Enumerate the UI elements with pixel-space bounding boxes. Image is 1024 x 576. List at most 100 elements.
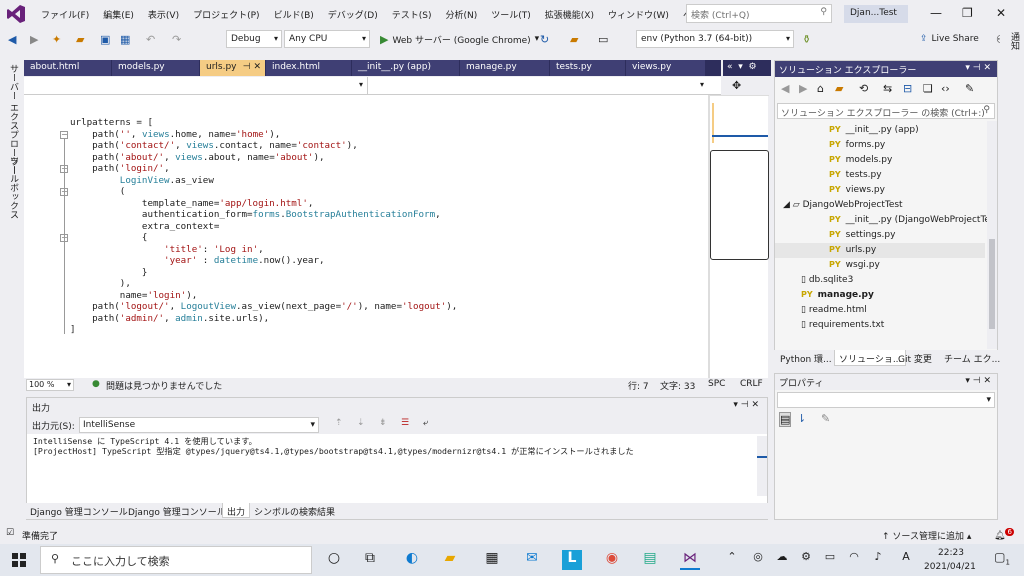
back-icon[interactable]: ◀ [781,82,789,95]
close-icon[interactable]: ✕ [983,63,991,73]
input-language[interactable]: A [896,550,916,570]
task-view-icon[interactable]: ⧉ [360,550,380,570]
code-line[interactable]: path('logout/', LogoutView.as_view(next_… [70,301,457,313]
edge-icon[interactable]: ◐ [402,550,422,570]
code-line[interactable]: path('admin/', admin.site.urls), [70,313,457,325]
visual-studio-taskbar-icon[interactable]: ⋈ [680,550,700,570]
notifications-tab[interactable]: 通知 [1008,32,1021,50]
new-project-icon[interactable]: ✦ [52,30,61,48]
code-line[interactable]: name='login'), [70,290,457,302]
chevron-down-icon[interactable]: ▾ [733,400,738,410]
platform-dropdown[interactable]: Any CPU ▾ [284,30,370,48]
switch-views-icon[interactable]: ▰ [835,82,843,95]
chevron-down-icon[interactable]: ▾ [965,63,970,73]
action-center-icon[interactable]: ▢1 [992,550,1012,570]
chevron-down-icon[interactable]: ▾ [738,62,743,72]
notepad-icon[interactable]: ▤ [640,550,660,570]
code-line[interactable]: 'title': 'Log in', [70,244,457,256]
tab-models-py[interactable]: models.py [112,60,200,76]
sync-icon[interactable]: ⇆ [883,82,892,95]
clock-time[interactable]: 22:23 [938,548,964,558]
issues-status[interactable]: 問題は見つかりませんでした [106,379,222,392]
forward-icon[interactable]: ▶ [30,30,38,48]
code-line[interactable]: path('contact/', views.contact, name='co… [70,140,457,152]
menu-item[interactable]: 編集(E) [96,8,141,21]
tab-about-html[interactable]: about.html [24,60,112,76]
save-all-icon[interactable]: ▦ [120,30,130,48]
tab--init-py-app-[interactable]: __init__.py (app) [352,60,460,76]
code-line[interactable]: path('', views.home, name='home'), [70,129,457,141]
tree-item[interactable]: PY manage.py [775,288,874,303]
code-line[interactable]: ] [70,324,457,336]
tab-tests-py[interactable]: tests.py [550,60,626,76]
volume-icon[interactable]: ♪ [868,550,888,570]
double-chevron-left-icon[interactable]: « [727,62,733,72]
code-line[interactable]: { [70,232,457,244]
menu-item[interactable]: ツール(T) [484,8,538,21]
tree-item[interactable]: PY views.py [775,183,885,198]
folder-icon[interactable]: ▰ [570,30,578,48]
menu-item[interactable]: ウィンドウ(W) [601,8,676,21]
cortana-icon[interactable]: ○ [324,550,344,570]
code-line[interactable]: ( [70,186,457,198]
line-ending[interactable]: CRLF [740,379,763,389]
notification-bell-icon[interactable]: 🔔︎ 6 [994,528,1014,541]
pin-icon[interactable]: ⊣ [973,376,981,386]
chrome-icon[interactable]: ◉ [602,550,622,570]
output-tab[interactable]: Django 管理コンソール [124,503,230,518]
code-view-icon[interactable]: ‹› [941,82,950,95]
configuration-dropdown[interactable]: Debug ▾ [226,30,282,48]
tab-index-html[interactable]: index.html [266,60,352,76]
clear-all-icon[interactable]: ☰ [401,418,409,428]
taskbar-search-input[interactable]: ⚲ ここに入力して検索 [40,546,312,574]
home-icon[interactable]: ⌂ [817,82,824,95]
refresh-icon[interactable]: ↻ [540,30,549,48]
run-button[interactable]: ▶ Web サーバー (Google Chrome) ▾ [380,30,539,48]
solution-search-input[interactable]: ソリューション エクスプローラー の検索 (Ctrl+:) ⚲ [777,103,995,119]
maximize-icon[interactable]: ❐ [962,6,973,20]
tree-item[interactable]: PY models.py [775,153,892,168]
tree-item[interactable]: PY tests.py [775,168,882,183]
back-icon[interactable]: ◀ [8,30,16,48]
output-scrollbar[interactable] [757,436,767,496]
tab-urls-py[interactable]: urls.py ⊣ ✕ [200,60,266,76]
menu-item[interactable]: デバッグ(D) [321,8,385,21]
zoom-dropdown[interactable]: 100 % ▾ [26,379,74,391]
code-line[interactable]: 'year' : datetime.now().year, [70,255,457,267]
find-next-icon[interactable]: ⇣ [357,418,365,428]
minimap-viewport[interactable] [710,150,769,260]
windows-start-icon[interactable] [12,553,26,567]
toolbox-tab[interactable]: ツールボックス [7,156,20,219]
member-dropdown[interactable]: ▾ [370,77,708,94]
close-icon[interactable]: ⊣ ✕ [243,62,261,72]
minimize-icon[interactable]: — [930,6,942,20]
battery-icon[interactable]: ▭ [820,550,840,570]
code-line[interactable]: extra_context= [70,221,457,233]
tree-item[interactable]: PY __init__.py (DjangoWebProjectTes [775,213,995,228]
open-folder-icon[interactable]: ▰ [76,30,84,48]
wifi-icon[interactable]: ◠ [844,550,864,570]
tree-item[interactable]: ▯ readme.html [775,303,867,318]
app-l-icon[interactable]: L [562,550,582,570]
menu-item[interactable]: ファイル(F) [34,8,96,21]
output-tab[interactable]: Django 管理コンソール [26,503,132,518]
tree-item[interactable]: PY urls.py [775,243,985,258]
tree-item[interactable]: PY settings.py [775,228,895,243]
code-text[interactable]: urlpatterns = [ path('', views.home, nam… [70,117,457,336]
menu-item[interactable]: 表示(V) [141,8,186,21]
pin-icon[interactable]: ⊣ [973,63,981,73]
search-input[interactable]: 検索 (Ctrl+Q) ⚲ [686,4,832,23]
wrench-icon[interactable]: ✎ [965,82,974,95]
scope-dropdown[interactable]: ▾ [24,77,368,94]
store-icon[interactable]: ▦ [482,550,502,570]
code-line[interactable]: authentication_form=forms.BootstrapAuthe… [70,209,457,221]
split-icon[interactable]: ✥ [732,79,741,92]
next-message-icon[interactable]: ⇟ [379,418,387,428]
forward-icon[interactable]: ▶ [799,82,807,95]
menu-item[interactable]: プロジェクト(P) [186,8,266,21]
mail-icon[interactable]: ✉ [522,550,542,570]
settings-icon[interactable]: ⚙ [796,550,816,570]
tree-item[interactable]: ▯ db.sqlite3 [775,273,853,288]
code-line[interactable]: path('login/', [70,163,457,175]
find-previous-icon[interactable]: ⇡ [335,418,343,428]
